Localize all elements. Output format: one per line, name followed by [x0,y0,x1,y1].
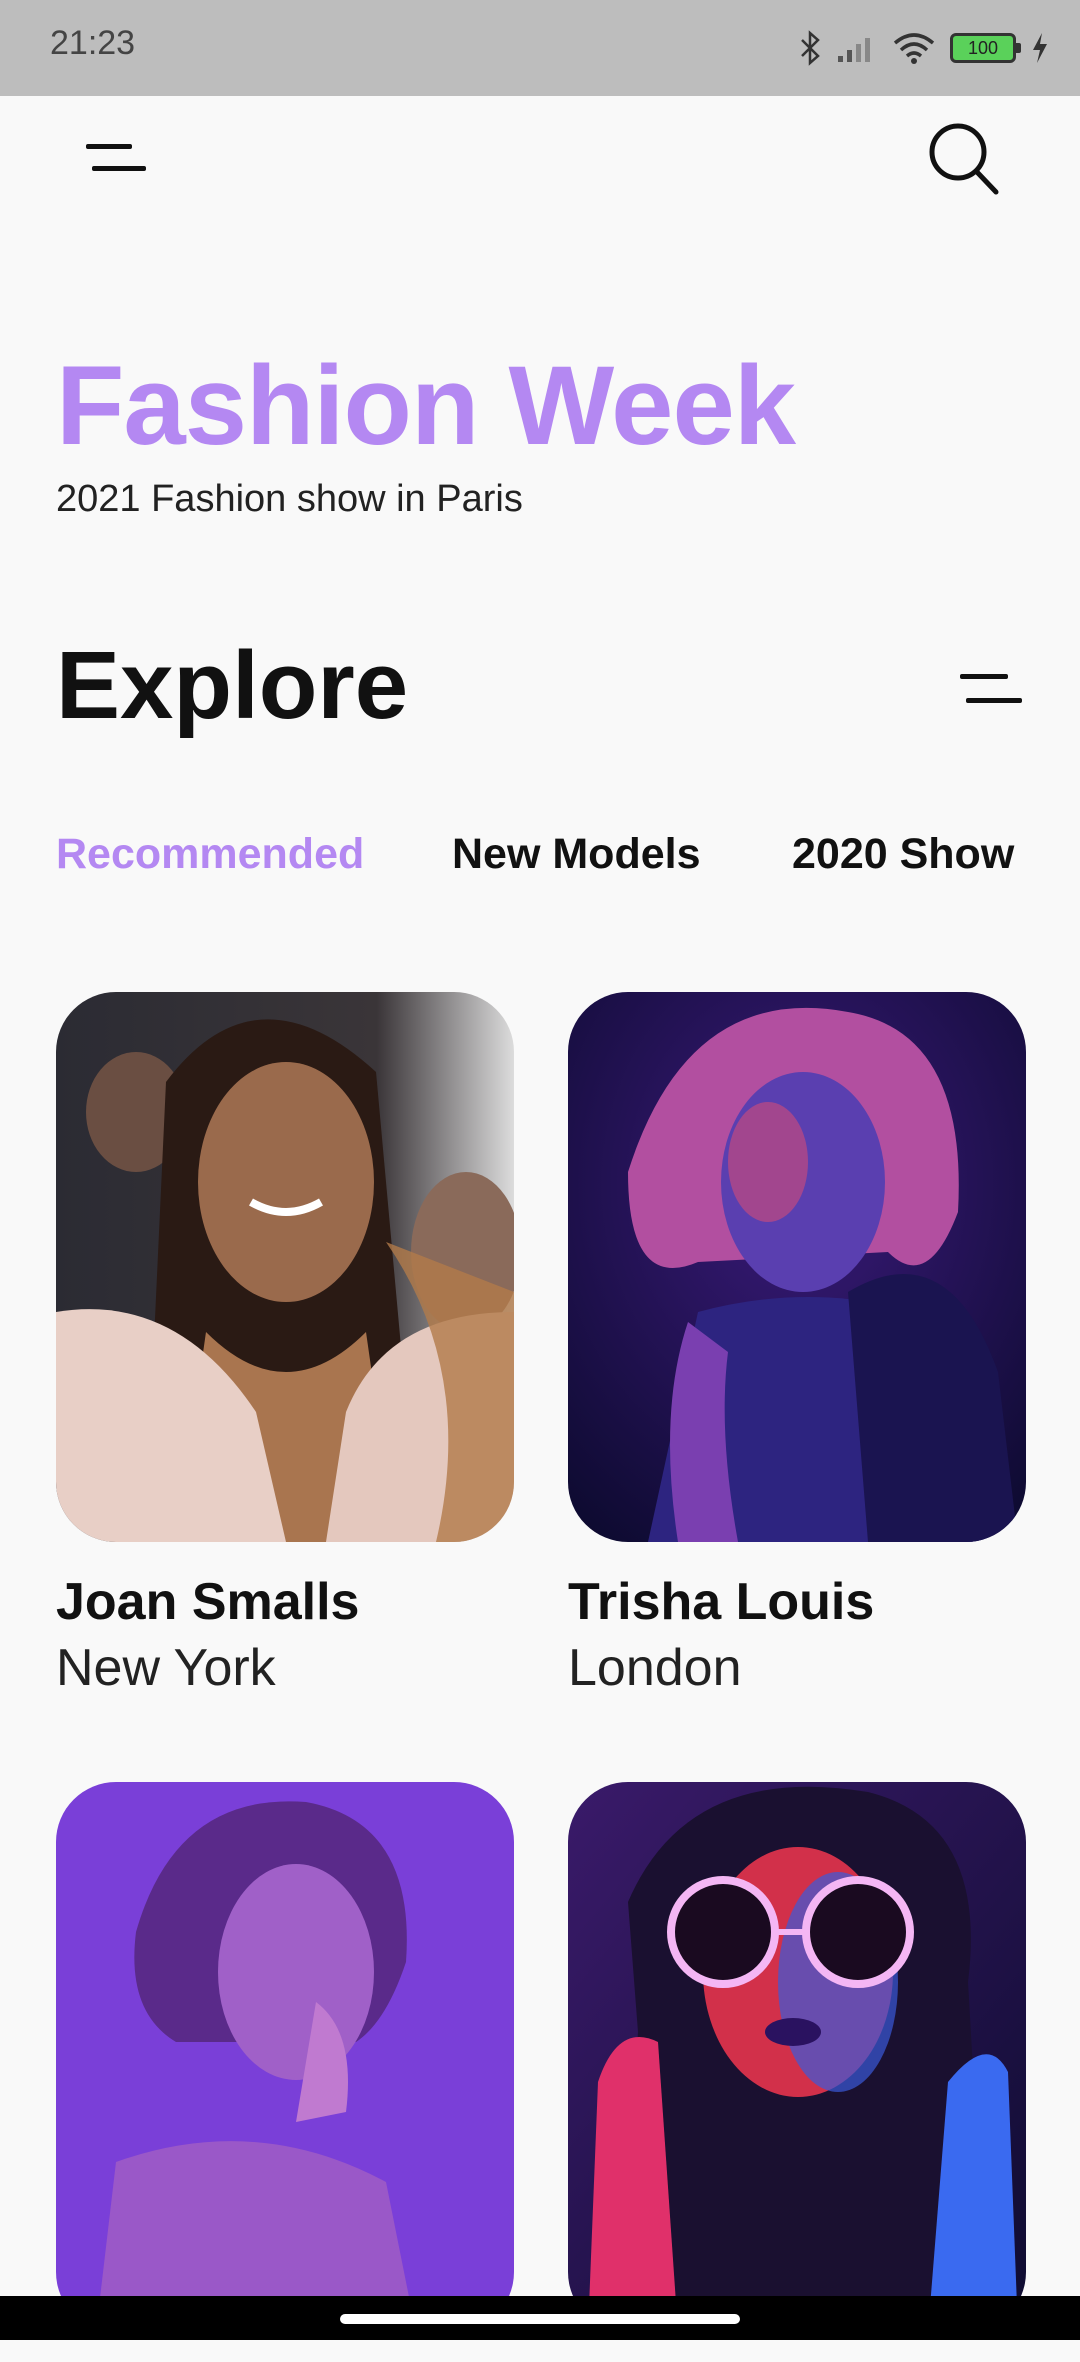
model-name: Joan Smalls [56,1573,360,1631]
model-photo[interactable] [568,992,1026,1542]
model-card[interactable]: Trisha Louis London [568,992,1026,1698]
search-icon[interactable] [926,120,1000,196]
model-photo[interactable] [56,1782,514,2332]
battery-icon: 100 [950,33,1021,63]
model-card[interactable] [56,1782,514,2362]
tab-recommended[interactable]: Recommended [56,830,364,879]
filter-icon[interactable] [960,672,1022,708]
model-photo[interactable] [568,1782,1026,2332]
page-subtitle: 2021 Fashion show in Paris [56,478,523,520]
bluetooth-icon [801,30,820,66]
model-card[interactable]: Joan Smalls New York [56,992,514,1698]
model-city: New York [56,1639,276,1697]
status-time: 21:23 [50,24,136,62]
menu-icon[interactable] [86,140,146,180]
model-name: Trisha Louis [568,1573,875,1631]
tab-2020-show[interactable]: 2020 Show [792,830,1014,879]
status-icons: 100 [800,28,1050,68]
category-tabs: Recommended New Models 2020 Show [56,830,1024,886]
charging-icon [1033,33,1047,63]
wifi-icon [893,33,935,64]
battery-level: 100 [967,37,999,58]
status-bar: 21:23 100 [0,0,1080,96]
model-photo[interactable] [56,992,514,1542]
page-title: Fashion Week [56,343,796,468]
home-indicator[interactable] [340,2314,740,2324]
signal-icon [838,38,870,62]
explore-title: Explore [56,632,409,739]
model-city: London [568,1639,742,1697]
tab-new-models[interactable]: New Models [452,830,701,879]
model-card[interactable] [568,1782,1026,2362]
